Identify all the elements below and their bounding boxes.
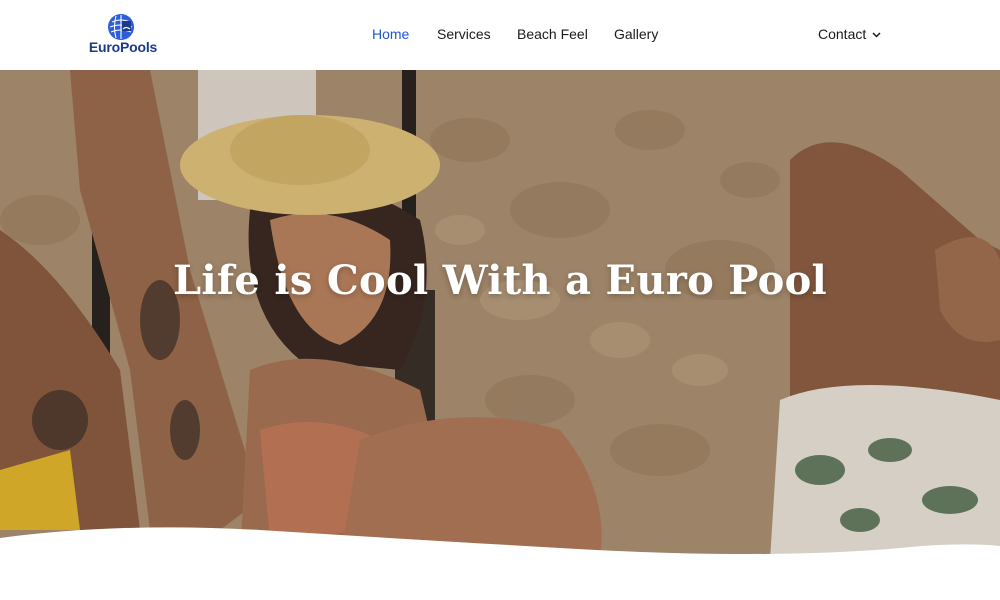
chevron-down-icon [872,32,881,38]
hero-wave-divider [0,527,1000,600]
nav-services[interactable]: Services [437,26,491,42]
site-header: EuroPools Home Services Beach Feel Galle… [0,0,1000,70]
nav-home[interactable]: Home [372,26,409,42]
hero-banner: Life is Cool With a Euro Pool [0,70,1000,560]
nav-contact[interactable]: Contact [818,26,881,42]
nav-beach-feel[interactable]: Beach Feel [517,26,588,42]
hero-title: Life is Cool With a Euro Pool [172,257,828,304]
nav-gallery[interactable]: Gallery [614,26,658,42]
hero-background-image [0,70,1000,560]
nav-contact-label: Contact [818,26,867,42]
main-nav: Home Services Beach Feel Gallery Contact [0,0,1000,70]
